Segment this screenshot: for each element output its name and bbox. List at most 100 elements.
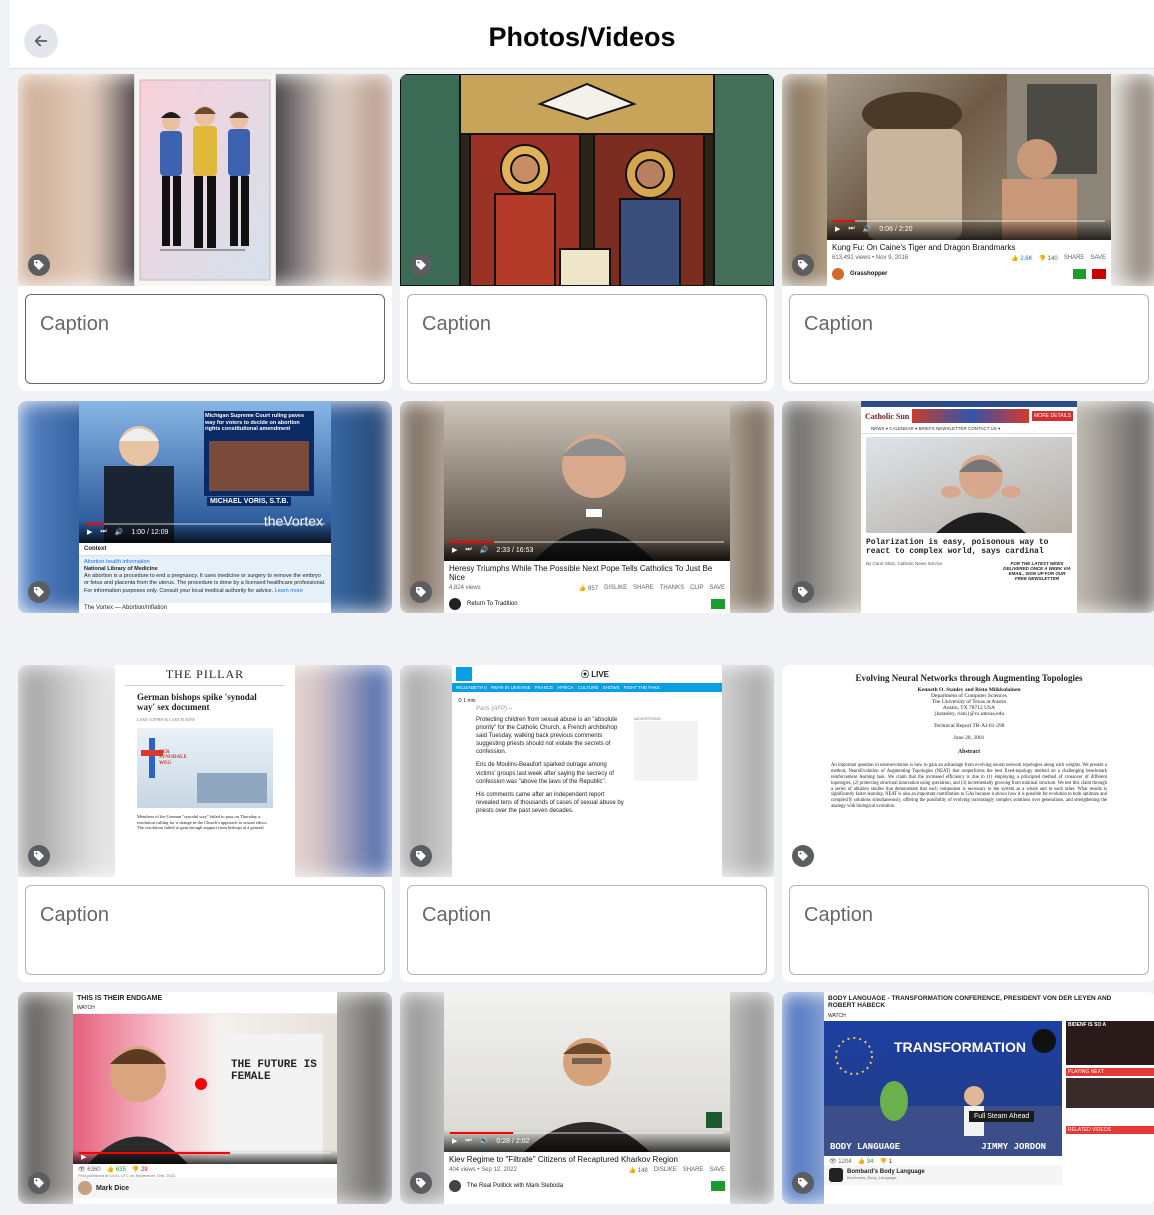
play-icon[interactable]: ▶ (835, 225, 840, 233)
play-icon[interactable]: ▶ (452, 1137, 457, 1145)
context-label: Context (79, 543, 331, 556)
watch-tab[interactable]: WATCH (824, 1013, 1154, 1021)
video-controls[interactable]: ▶ ⏭ 🔊 0:28 / 2:02 (444, 1130, 730, 1152)
page-title: Photos/Videos (488, 22, 676, 52)
save-button[interactable]: SAVE (709, 585, 725, 592)
dislike-button[interactable]: DISLIKE (604, 585, 627, 592)
download-button[interactable] (1072, 269, 1087, 279)
thanks-button[interactable]: THANKS (660, 585, 684, 592)
tag-icon[interactable] (792, 1172, 814, 1194)
synodal-way-photo: DER SYNODALE WEG (137, 727, 273, 808)
play-icon[interactable]: ▶ (81, 1153, 86, 1161)
caption-input[interactable]: Caption (407, 294, 767, 384)
channel-name[interactable]: Mark Dice (96, 1185, 129, 1192)
media-thumbnail[interactable]: ▶ ⏭ 🔊 2:33 / 16:53 Heresy Triumphs While… (400, 401, 774, 613)
site-logo[interactable]: Catholic Sun (865, 412, 909, 421)
side-thumbnail[interactable]: BIDENF IS SO A (1066, 1020, 1154, 1065)
caption-input[interactable]: Caption (789, 885, 1149, 975)
tag-icon[interactable] (28, 1172, 50, 1194)
clip-button[interactable]: CLIP (690, 585, 703, 592)
volume-icon[interactable]: 🔊 (863, 225, 872, 233)
caption-input[interactable]: Caption (25, 294, 385, 384)
site-nav[interactable]: #ELIZABETH II #WAR IN UKRAINE FRANCE AFRICA… (452, 683, 722, 692)
media-thumbnail[interactable] (18, 74, 392, 286)
media-thumbnail[interactable]: THIS IS THEIR ENDGAME WATCH THE FUTURE I… (18, 992, 392, 1204)
overlay-left: BODY LANGUAGE (830, 1141, 901, 1152)
tag-icon[interactable] (28, 845, 50, 867)
media-thumbnail[interactable]: ⦿ LIVE #ELIZABETH II #WAR IN UKRAINE FRANC… (400, 665, 774, 877)
article-headline: German bishops spike 'synodal way' sex d… (137, 692, 257, 712)
next-icon[interactable]: ⏭ (848, 225, 854, 233)
photos-videos-panel-top: Photos/Videos Caption Caption ▶ ⏭ 🔊 0:06… (10, 0, 1154, 632)
video-controls[interactable]: ▶ (73, 1150, 337, 1164)
read-time: 1 min (463, 698, 476, 704)
dislike-button[interactable]: 👎 140 (1039, 255, 1058, 262)
site-logo[interactable]: THE PILLAR (115, 665, 295, 682)
caption-input[interactable]: Caption (407, 885, 767, 975)
play-icon[interactable]: ▶ (87, 528, 92, 536)
media-card: Caption (400, 74, 774, 391)
share-button[interactable]: SHARE (1064, 255, 1085, 262)
share-button[interactable]: SHARE (633, 585, 654, 592)
paper-emails: {kstanley, risto}@cs.utexas.edu (933, 711, 1005, 717)
media-thumbnail[interactable] (400, 74, 774, 286)
graphic-text: DER SYNODALE WEG (159, 749, 187, 766)
tag-icon[interactable] (410, 581, 432, 603)
volume-icon[interactable]: 🔊 (115, 528, 124, 536)
media-thumbnail[interactable]: ▶ ⏭ 🔊 0:06 / 2:20 Kung Fu: On Caine's Ti… (782, 74, 1154, 286)
media-thumbnail[interactable]: Evolving Neural Networks through Augment… (782, 665, 1154, 877)
tag-icon[interactable] (792, 845, 814, 867)
learn-more-link[interactable]: Learn more (275, 588, 303, 594)
abstract-body: An important question in neuroevolution … (831, 763, 1107, 810)
like-button[interactable]: 👍 148 (629, 1167, 648, 1174)
tag-icon[interactable] (410, 1172, 432, 1194)
like-button[interactable]: 👍 857 (579, 585, 598, 592)
dislike-button[interactable]: 👎 1 (879, 1158, 891, 1165)
tag-icon[interactable] (792, 254, 814, 276)
watch-tab[interactable]: WATCH (73, 1005, 337, 1014)
next-icon[interactable]: ⏭ (100, 528, 106, 536)
caption-input[interactable]: Caption (25, 885, 385, 975)
video-meta: 613,491 views • Nov 9, 2016 (832, 255, 909, 261)
caption-input[interactable]: Caption (789, 294, 1149, 384)
next-video-thumbnail[interactable] (1066, 1077, 1154, 1108)
live-button[interactable]: ⦿ LIVE (472, 669, 718, 680)
stained-glass-image (400, 74, 774, 286)
share-button[interactable]: SHARE (683, 1167, 704, 1174)
volume-icon[interactable]: 🔊 (480, 1137, 489, 1145)
media-thumbnail[interactable]: THE PILLAR German bishops spike 'synodal… (18, 665, 392, 877)
dislike-button[interactable]: 👎 29 (132, 1166, 148, 1173)
like-button[interactable]: 👍 635 (107, 1166, 126, 1173)
video-controls[interactable]: ▶ ⏭ 🔊 1:00 / 12:09 (79, 521, 331, 543)
media-thumbnail[interactable]: ▶ ⏭ 🔊 0:28 / 2:02 Kiev Regime to "Filtra… (400, 992, 774, 1204)
tag-icon[interactable] (792, 581, 814, 603)
dislike-button[interactable]: DISLIKE (654, 1167, 677, 1174)
tag-icon[interactable] (410, 845, 432, 867)
kung-fu-scene (862, 74, 1111, 240)
tag-icon[interactable] (28, 254, 50, 276)
video-controls[interactable]: ▶ ⏭ 🔊 0:06 / 2:20 (827, 218, 1111, 240)
like-button[interactable]: 👍 34 (858, 1158, 874, 1165)
media-thumbnail[interactable]: Catholic Sun MORE DETAILS NEWS ▾ CALENDA… (782, 401, 1154, 613)
ad-banner-button[interactable]: MORE DETAILS (1032, 411, 1073, 421)
like-button[interactable]: 👍 2.6K (1011, 255, 1032, 262)
save-button[interactable]: SAVE (1090, 255, 1106, 262)
media-thumbnail[interactable]: BODY LANGUAGE - TRANSFORMATION CONFERENC… (782, 992, 1154, 1204)
download-button[interactable] (711, 599, 725, 609)
france24-logo[interactable] (456, 667, 472, 681)
media-thumbnail[interactable]: Michigan Supreme Court ruling paves way … (18, 401, 392, 613)
subscribe-button[interactable] (1092, 269, 1106, 279)
next-icon[interactable]: ⏭ (465, 1137, 471, 1145)
save-button[interactable]: SAVE (709, 1167, 725, 1174)
play-icon[interactable]: ▶ (452, 546, 457, 554)
volume-icon[interactable]: 🔊 (480, 546, 489, 554)
next-icon[interactable]: ⏭ (465, 546, 471, 554)
tag-icon[interactable] (410, 254, 432, 276)
article-byline: LUKE COPPEN & LUKE ELKINS (137, 716, 195, 722)
download-button[interactable] (711, 1181, 725, 1191)
video-controls[interactable]: ▶ ⏭ 🔊 2:33 / 16:53 (444, 539, 730, 561)
newsletter-promo[interactable]: FOR THE LATEST NEWS DELIVERED ONCE A WEE… (1002, 561, 1072, 581)
context-title[interactable]: Abortion health information (84, 559, 326, 566)
site-nav[interactable]: NEWS ▾ CALENDAR ▾ BRIEFS NEWSLETTER CONT… (861, 425, 1077, 434)
tag-icon[interactable] (28, 581, 50, 603)
